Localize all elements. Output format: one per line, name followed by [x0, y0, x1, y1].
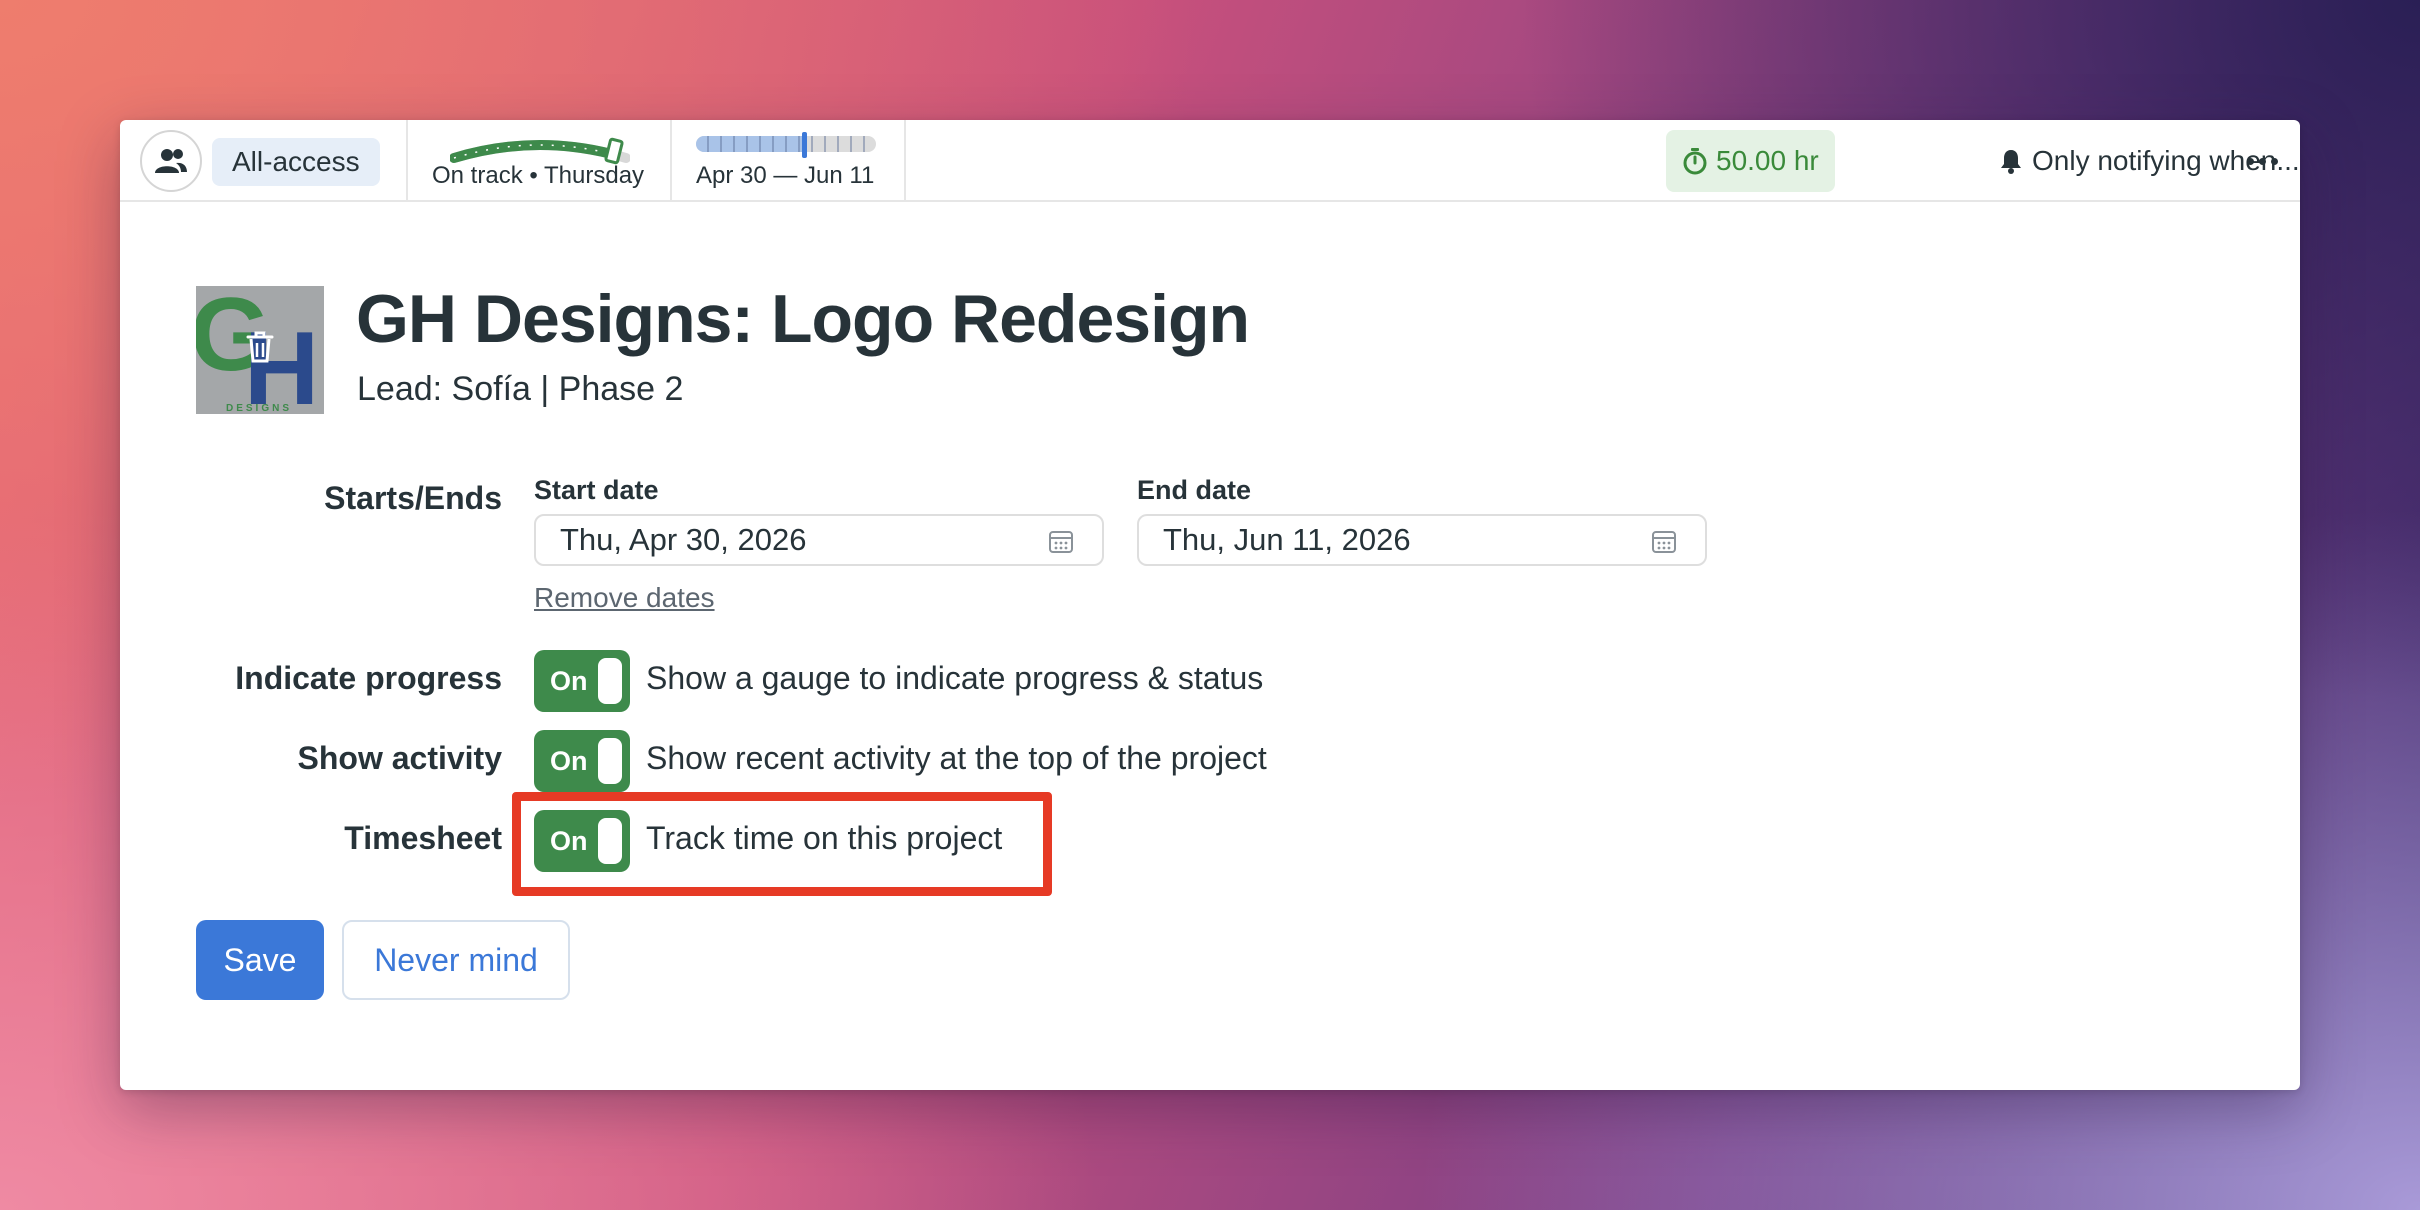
start-date-input[interactable]: Thu, Apr 30, 2026	[534, 514, 1104, 566]
date-range-today-marker	[802, 132, 807, 158]
activity-toggle-desc: Show recent activity at the top of the p…	[646, 740, 1267, 776]
calendar-icon[interactable]	[1651, 528, 1677, 554]
timesheet-highlight-box	[512, 792, 1052, 896]
progress-gauge-icon	[450, 137, 630, 165]
progress-toggle-state: On	[550, 666, 588, 696]
activity-toggle-state: On	[550, 746, 588, 776]
hours-label: 50.00 hr	[1716, 145, 1819, 176]
project-subtitle: Lead: Sofía | Phase 2	[357, 370, 684, 408]
logo-text: DESIGNS	[226, 403, 292, 414]
people-button[interactable]	[140, 130, 202, 192]
project-topbar: All-access On track • Thursday Apr 30 — …	[120, 120, 2300, 202]
project-logo[interactable]: G H DESIGNS	[196, 286, 324, 414]
end-date-input[interactable]: Thu, Jun 11, 2026	[1137, 514, 1707, 566]
save-button[interactable]: Save	[196, 920, 324, 1000]
date-range-ticks	[696, 136, 876, 152]
calendar-icon[interactable]	[1048, 528, 1074, 554]
dates-caption: Apr 30 — Jun 11	[696, 162, 875, 189]
progress-toggle[interactable]: On	[534, 650, 630, 712]
project-settings-card: All-access On track • Thursday Apr 30 — …	[120, 120, 2300, 1090]
dates-segment[interactable]: Apr 30 — Jun 11	[672, 120, 906, 202]
progress-row-label: Indicate progress	[235, 660, 502, 696]
hours-chip[interactable]: 50.00 hr	[1666, 130, 1835, 192]
project-title: GH Designs: Logo Redesign	[356, 281, 1250, 357]
start-date-label: Start date	[534, 475, 659, 505]
bell-icon	[2001, 150, 2021, 174]
more-options-icon[interactable]	[2238, 134, 2286, 188]
access-segment: All-access	[120, 120, 408, 202]
activity-row-label: Show activity	[297, 740, 503, 776]
trash-icon[interactable]	[245, 330, 275, 364]
never-mind-button[interactable]: Never mind	[342, 920, 570, 1000]
end-date-label: End date	[1137, 475, 1252, 505]
toggle-knob	[598, 658, 622, 704]
timesheet-row-label: Timesheet	[344, 820, 502, 856]
progress-caption: On track • Thursday	[432, 162, 645, 189]
date-range-bar	[696, 136, 876, 152]
toggle-knob	[598, 738, 622, 784]
start-date-value: Thu, Apr 30, 2026	[560, 522, 807, 557]
remove-dates-link[interactable]: Remove dates	[534, 582, 715, 614]
stopwatch-icon	[1683, 148, 1707, 175]
dates-row-label: Starts/Ends	[324, 480, 502, 516]
people-icon	[155, 149, 187, 173]
progress-segment[interactable]: On track • Thursday	[408, 120, 672, 202]
access-chip[interactable]: All-access	[212, 138, 380, 186]
progress-toggle-desc: Show a gauge to indicate progress & stat…	[646, 660, 1264, 696]
end-date-value: Thu, Jun 11, 2026	[1163, 522, 1411, 557]
activity-toggle[interactable]: On	[534, 730, 630, 792]
